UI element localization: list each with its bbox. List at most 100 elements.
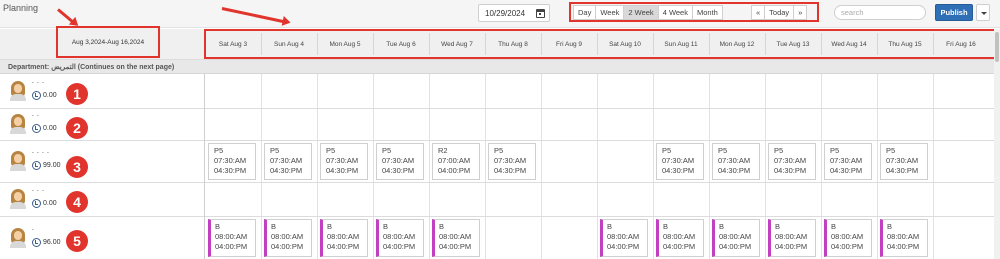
column-divider: [709, 74, 710, 259]
date-picker[interactable]: 10/29/2024: [478, 4, 550, 22]
shift-card[interactable]: P5 07:30:AM 04:30:PM: [488, 143, 536, 180]
clock-icon: [32, 124, 41, 133]
shift-code: P5: [774, 146, 784, 155]
shift-start: 08:00:AM: [271, 232, 304, 241]
shift-code: B: [215, 222, 221, 231]
employee-cell[interactable]: - - - 0.00 1: [0, 74, 204, 108]
shift-card[interactable]: B 08:00:AM 04:00:PM: [712, 219, 760, 257]
employee-hours: 96.00: [43, 239, 61, 246]
shift-code: R2: [438, 146, 448, 155]
shift-card[interactable]: B 08:00:AM 04:00:PM: [656, 219, 704, 257]
avatar: [10, 189, 26, 209]
shift-code: B: [887, 222, 893, 231]
shift-code: B: [439, 222, 445, 231]
row-number-badge: 4: [66, 191, 88, 213]
avatar-body: [10, 202, 26, 209]
shift-start: 08:00:AM: [887, 232, 920, 241]
shift-end: 04:00:PM: [383, 242, 416, 251]
avatar: [10, 151, 26, 171]
shift-card[interactable]: B 08:00:AM 04:00:PM: [880, 219, 928, 257]
shift-card[interactable]: B 08:00:AM 04:00:PM: [320, 219, 368, 257]
shift-start: 08:00:AM: [607, 232, 640, 241]
employee-hours: 0.00: [43, 200, 57, 207]
shift-start: 08:00:AM: [215, 232, 248, 241]
shift-code: P5: [494, 146, 504, 155]
shift-card[interactable]: P5 07:30:AM 04:30:PM: [208, 143, 256, 180]
calendar-icon[interactable]: [536, 9, 545, 18]
shift-start: 07:30:AM: [214, 156, 247, 165]
employee-cell[interactable]: - -0.00 2: [0, 108, 204, 140]
shift-card[interactable]: B 08:00:AM 04:00:PM: [208, 219, 256, 257]
avatar-face: [14, 154, 22, 163]
shift-card[interactable]: P5 07:30:AM 04:30:PM: [824, 143, 872, 180]
employee-name: - - -: [32, 188, 45, 194]
employee-cell[interactable]: - - - 0.00 4: [0, 182, 204, 216]
shift-card[interactable]: P5 07:30:AM 04:30:PM: [376, 143, 424, 180]
shift-start: 08:00:AM: [719, 232, 752, 241]
shift-end: 04:30:PM: [830, 166, 863, 175]
shift-end: 04:30:PM: [494, 166, 527, 175]
shift-end: 04:00:PM: [327, 242, 360, 251]
shift-card[interactable]: R2 07:00:AM 04:00:PM: [432, 143, 480, 180]
shift-end: 04:00:PM: [215, 242, 248, 251]
avatar-body: [10, 164, 26, 171]
shift-card[interactable]: B 08:00:AM 04:00:PM: [264, 219, 312, 257]
shift-code: P5: [886, 146, 896, 155]
avatar-face: [14, 231, 22, 240]
shift-card[interactable]: P5 07:30:AM 04:30:PM: [880, 143, 928, 180]
shift-end: 04:00:PM: [831, 242, 864, 251]
shift-card[interactable]: P5 07:30:AM 04:30:PM: [656, 143, 704, 180]
shift-code: B: [327, 222, 333, 231]
name-column-divider: [204, 74, 205, 259]
avatar-face: [14, 117, 22, 126]
employee-hours: 0.00: [43, 125, 57, 132]
publish-button[interactable]: Publish: [935, 4, 973, 21]
shift-start: 08:00:AM: [439, 232, 472, 241]
shift-code: P5: [830, 146, 840, 155]
shift-card[interactable]: B 08:00:AM 04:00:PM: [768, 219, 816, 257]
shift-code: P5: [382, 146, 392, 155]
shift-card[interactable]: P5 07:30:AM 04:30:PM: [264, 143, 312, 180]
shift-card[interactable]: B 08:00:AM 04:00:PM: [600, 219, 648, 257]
shift-card[interactable]: P5 07:30:AM 04:30:PM: [768, 143, 816, 180]
shift-start: 07:30:AM: [886, 156, 919, 165]
department-label: Department: التمريض (Continues on the ne…: [8, 64, 175, 71]
shift-end: 04:00:PM: [439, 242, 472, 251]
shift-code: P5: [326, 146, 336, 155]
shift-code: B: [271, 222, 277, 231]
column-divider: [765, 74, 766, 259]
avatar-face: [14, 84, 22, 93]
shift-card[interactable]: B 08:00:AM 04:00:PM: [432, 219, 480, 257]
employee-cell[interactable]: - 96.00 5: [0, 216, 204, 259]
page-title: Planning: [3, 3, 39, 13]
column-divider: [877, 74, 878, 259]
shift-end: 04:00:PM: [887, 242, 920, 251]
avatar: [10, 81, 26, 101]
scrollbar-thumb[interactable]: [995, 32, 999, 62]
shift-card[interactable]: B 08:00:AM 04:00:PM: [824, 219, 872, 257]
annotation-frame-day-headers: [204, 29, 996, 59]
shift-code: P5: [662, 146, 672, 155]
employee-name: - - - -: [32, 150, 50, 156]
shift-card[interactable]: P5 07:30:AM 04:30:PM: [320, 143, 368, 180]
shift-card[interactable]: B 08:00:AM 04:00:PM: [376, 219, 424, 257]
toolbar: Planning 10/29/2024 Day Week 2 Week 4 We…: [0, 0, 1000, 28]
column-divider: [317, 74, 318, 259]
publish-dropdown-button[interactable]: [976, 4, 990, 21]
scrollbar[interactable]: [994, 29, 1000, 259]
shift-end: 04:30:PM: [326, 166, 359, 175]
search-input[interactable]: [834, 5, 926, 20]
shift-code: B: [663, 222, 669, 231]
clock-icon: [32, 199, 41, 208]
shift-start: 07:30:AM: [326, 156, 359, 165]
shift-card[interactable]: P5 07:30:AM 04:30:PM: [712, 143, 760, 180]
clock-icon: [32, 161, 41, 170]
avatar: [10, 228, 26, 248]
employee-cell[interactable]: - - - - 99.00 3: [0, 140, 204, 182]
shift-end: 04:30:PM: [774, 166, 807, 175]
row-number-badge: 3: [66, 156, 88, 178]
shift-code: B: [607, 222, 613, 231]
row-number-badge: 5: [66, 230, 88, 252]
row-number-badge: 1: [66, 83, 88, 105]
shift-start: 08:00:AM: [327, 232, 360, 241]
